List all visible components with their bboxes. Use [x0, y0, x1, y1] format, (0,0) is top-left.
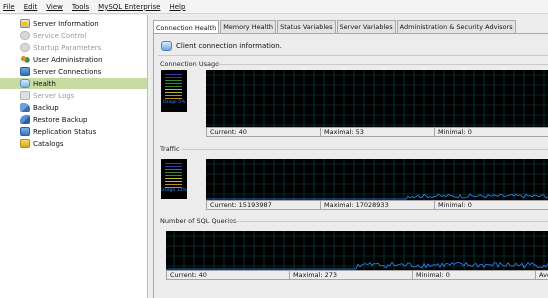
sql-queries-graph	[166, 231, 548, 270]
gauge-bars	[165, 74, 182, 101]
tab-bar: Connection Health Memory Health Status V…	[153, 20, 517, 34]
menu-bar: File Edit View Tools MySQL Enterprise He…	[0, 0, 548, 14]
gauge-segment	[165, 92, 182, 93]
sidebar-item-server-logs[interactable]: Server Logs	[0, 90, 147, 101]
graph-background	[206, 70, 548, 127]
gauge-segment	[165, 80, 182, 81]
gauge-segment	[165, 163, 182, 164]
sidebar: Server Information Service Control Start…	[0, 15, 148, 298]
gauge-segment	[165, 178, 182, 179]
startup-parameters-icon	[20, 43, 30, 52]
menu-view[interactable]: View	[46, 3, 63, 11]
health-icon	[20, 79, 30, 88]
gauge-label: Usage 13%	[161, 188, 187, 193]
stat-minimal: Minimal: 0	[413, 271, 536, 280]
gauge-label: Usage 5%	[162, 100, 186, 105]
stat-average: Ave	[539, 271, 548, 279]
sidebar-item-server-information[interactable]: Server Information	[0, 18, 147, 29]
connection-usage-gauge: Usage 5%	[161, 70, 187, 112]
logs-icon	[20, 91, 30, 100]
restore-icon	[20, 115, 30, 124]
gauge-segment	[165, 86, 182, 87]
main-area: Connection Health Memory Health Status V…	[150, 15, 548, 298]
sidebar-item-label: Server Logs	[33, 91, 75, 100]
sidebar-item-startup-parameters[interactable]: Startup Parameters	[0, 42, 147, 53]
sidebar-item-label: Server Information	[33, 19, 99, 28]
divider	[181, 149, 548, 150]
gauge-segment	[165, 181, 182, 182]
traffic-stats: Current: 15193987 Maximal: 17028933 Mini…	[206, 200, 548, 210]
menu-tools[interactable]: Tools	[72, 3, 89, 11]
connections-icon	[20, 67, 30, 76]
gauge-segment	[165, 175, 182, 176]
sidebar-item-label: Restore Backup	[33, 115, 88, 124]
divider	[226, 221, 548, 222]
server-info-icon	[20, 19, 30, 28]
gauge-segment	[165, 83, 182, 84]
sidebar-item-label: Replication Status	[33, 127, 97, 136]
gauge-segment	[165, 77, 182, 78]
stat-maximal: Maximal: 273	[290, 271, 413, 280]
divider	[216, 64, 548, 65]
sidebar-item-label: Server Connections	[33, 67, 102, 76]
sidebar-item-label: Catalogs	[33, 139, 64, 148]
stat-current: Current: 15193987	[207, 201, 321, 210]
sidebar-item-label: Backup	[33, 103, 59, 112]
divider	[158, 55, 548, 56]
users-icon	[20, 55, 30, 64]
gauge-segment	[165, 169, 182, 170]
replication-icon	[20, 127, 30, 136]
sql-queries-stats: Current: 40 Maximal: 273 Minimal: 0 Ave	[166, 270, 548, 280]
gauge-bars	[165, 163, 182, 190]
catalogs-icon	[20, 139, 30, 148]
panel-description: Client connection information.	[176, 42, 282, 50]
tab-panel: Client connection information. Connectio…	[153, 33, 548, 298]
section-title-traffic: Traffic	[160, 145, 180, 153]
gauge-segment	[165, 166, 182, 167]
sidebar-item-label: Startup Parameters	[33, 43, 102, 52]
traffic-gauge: Usage 13%	[161, 159, 187, 199]
gauge-segment	[165, 95, 182, 96]
menu-edit[interactable]: Edit	[24, 3, 38, 11]
sidebar-item-restore-backup[interactable]: Restore Backup	[0, 114, 147, 125]
menu-mysql-enterprise[interactable]: MySQL Enterprise	[98, 3, 160, 11]
traffic-graph	[206, 159, 548, 200]
sidebar-item-label: Service Control	[33, 31, 87, 40]
stat-minimal: Minimal: 0	[435, 201, 548, 210]
sidebar-item-label: Health	[33, 79, 56, 88]
sidebar-item-label: User Administration	[33, 55, 103, 64]
gauge-segment	[165, 74, 182, 75]
stat-maximal: Maximal: 17028933	[321, 201, 435, 210]
backup-icon	[20, 103, 30, 112]
gauge-segment	[165, 184, 182, 185]
sidebar-item-replication-status[interactable]: Replication Status	[0, 126, 147, 137]
sidebar-item-catalogs[interactable]: Catalogs	[0, 138, 147, 149]
sidebar-item-user-administration[interactable]: User Administration	[0, 54, 147, 65]
menu-file[interactable]: File	[3, 3, 15, 11]
stat-current: Current: 40	[167, 271, 290, 280]
section-title-connection-usage: Connection Usage	[160, 60, 220, 68]
connection-usage-stats: Current: 40 Maximal: 53 Minimal: 0	[206, 127, 548, 137]
sidebar-item-server-connections[interactable]: Server Connections	[0, 66, 147, 77]
menu-help[interactable]: Help	[169, 3, 185, 11]
sidebar-item-service-control[interactable]: Service Control	[0, 30, 147, 41]
stat-maximal: Maximal: 53	[321, 128, 435, 137]
tab-administration-security-advisors[interactable]: Administration & Security Advisors	[396, 20, 516, 33]
stat-current: Current: 40	[207, 128, 321, 137]
gauge-segment	[165, 172, 182, 173]
tab-status-variables[interactable]: Status Variables	[277, 20, 336, 33]
sidebar-item-health[interactable]: Health	[0, 78, 147, 89]
tab-memory-health[interactable]: Memory Health	[220, 20, 277, 33]
gauge-segment	[165, 98, 182, 99]
sidebar-item-backup[interactable]: Backup	[0, 102, 147, 113]
connection-usage-graph	[206, 70, 548, 127]
gauge-segment	[165, 89, 182, 90]
health-icon	[161, 41, 172, 51]
service-control-icon	[20, 31, 30, 40]
tab-server-variables[interactable]: Server Variables	[336, 20, 396, 33]
tab-connection-health[interactable]: Connection Health	[153, 20, 220, 34]
stat-minimal: Minimal: 0	[435, 128, 548, 137]
graph-background	[166, 231, 548, 270]
